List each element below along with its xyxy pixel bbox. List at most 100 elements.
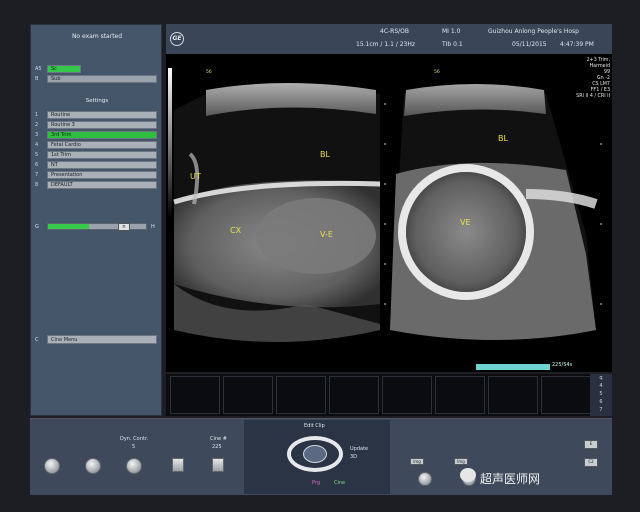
preset-row[interactable]: 3 3rd Trim bbox=[35, 131, 157, 140]
cine-number-label: Cine # bbox=[210, 436, 227, 442]
right-scan bbox=[390, 84, 598, 340]
ge-logo: GE bbox=[170, 32, 184, 46]
preset-button[interactable]: Routine bbox=[47, 111, 157, 119]
row-a-num: A5 bbox=[35, 66, 42, 72]
img-button-1[interactable]: Img bbox=[410, 458, 424, 465]
preset-num: 3 bbox=[35, 132, 39, 138]
dyn-contr-label: Dyn. Contr. bbox=[120, 436, 149, 442]
row-b-num: B bbox=[35, 76, 39, 82]
probe-label: 4C-RS/OB bbox=[380, 28, 410, 35]
trackball[interactable] bbox=[303, 445, 327, 463]
gain-slider-row[interactable]: G n H bbox=[35, 221, 159, 233]
update-label: Update bbox=[350, 446, 369, 452]
label-bl-left: BL bbox=[320, 150, 330, 159]
exam-status: No exam started bbox=[71, 33, 123, 40]
grayscale-bar bbox=[168, 68, 172, 218]
left-mini-label: 56 bbox=[206, 70, 212, 75]
thumbnail-slot[interactable] bbox=[541, 376, 591, 414]
label-cx: CX bbox=[230, 226, 242, 235]
image-parameters: 2+3 Trim. Harmeid 99 Gn -2 CS LM7 FF1 / E3 SRI… bbox=[560, 58, 610, 100]
settings-header: Settings bbox=[85, 98, 109, 104]
slider-left-label: G bbox=[35, 224, 39, 230]
knob-5[interactable] bbox=[212, 458, 224, 472]
side-strip-item[interactable]: 5 bbox=[590, 390, 612, 398]
right-mini-label: 56 bbox=[434, 70, 440, 75]
wechat-icon bbox=[460, 468, 476, 482]
thumbnail-slot[interactable] bbox=[382, 376, 432, 414]
preset-row[interactable]: 5 1st Trim bbox=[35, 151, 157, 160]
row-a-value[interactable]: Sc bbox=[47, 65, 81, 73]
knob-6[interactable] bbox=[418, 472, 432, 486]
time: 4:47:39 PM bbox=[560, 41, 594, 48]
thumbnail-slot[interactable] bbox=[329, 376, 379, 414]
preset-num: 5 bbox=[35, 152, 39, 158]
cine-progress-bar[interactable] bbox=[476, 364, 550, 370]
depth-value: 15.1cm / 1.1 / 23Hz bbox=[356, 41, 416, 48]
cine-menu-row[interactable]: C Cine Menu bbox=[35, 335, 157, 345]
thumbnail-slot[interactable] bbox=[170, 376, 220, 414]
thumbnail-slot[interactable] bbox=[435, 376, 485, 414]
thumbnail-slot[interactable] bbox=[488, 376, 538, 414]
preset-row[interactable]: 1 Routine bbox=[35, 111, 157, 120]
preset-row[interactable]: 2 Routine 3 bbox=[35, 121, 157, 130]
cine-num: C bbox=[35, 337, 39, 343]
preset-num: 8 bbox=[35, 182, 39, 188]
dyn-contr-value: 5 bbox=[132, 444, 136, 450]
preset-row[interactable]: 7 Presentation bbox=[35, 171, 157, 180]
ultrasound-image-area[interactable]: 56 56 BL UT CX V-E BL VE bbox=[166, 54, 612, 372]
left-scan bbox=[173, 83, 381, 342]
side-strip-item[interactable]: 4 bbox=[590, 382, 612, 390]
knob-3[interactable] bbox=[126, 458, 142, 474]
slider-knob[interactable]: n bbox=[118, 223, 130, 231]
preset-num: 2 bbox=[35, 122, 39, 128]
side-button-top[interactable]: E bbox=[584, 440, 598, 449]
knob-4[interactable] bbox=[172, 458, 184, 472]
cine-label: Cine bbox=[334, 480, 346, 486]
preset-button[interactable]: DEFAULT bbox=[47, 181, 157, 189]
row-b[interactable]: B Sub bbox=[35, 75, 157, 84]
preset-button[interactable]: NT bbox=[47, 161, 157, 169]
preset-button[interactable]: Fetal Cardio bbox=[47, 141, 157, 149]
preset-row[interactable]: 4 Fetal Cardio bbox=[35, 141, 157, 150]
row-b-value[interactable]: Sub bbox=[47, 75, 157, 83]
ti-value: TIb 0.1 bbox=[442, 41, 463, 48]
preset-num: 6 bbox=[35, 162, 39, 168]
mi-value: MI 1.0 bbox=[442, 28, 461, 35]
parameter-line: SRI II 4 / CRI II bbox=[576, 94, 610, 99]
cine-number-value: 225 bbox=[212, 444, 222, 450]
preset-button[interactable]: 1st Trim bbox=[47, 151, 157, 159]
slider-fill bbox=[48, 224, 90, 229]
preset-num: 1 bbox=[35, 112, 39, 118]
side-button-strip: q4567 bbox=[590, 374, 612, 416]
prg-label: Prg bbox=[312, 480, 321, 486]
ultrasound-scans bbox=[173, 83, 602, 342]
knob-1[interactable] bbox=[44, 458, 60, 474]
thumbnail-strip bbox=[166, 374, 596, 416]
slider-right-label: H bbox=[151, 224, 155, 230]
thumbnail-slot[interactable] bbox=[276, 376, 326, 414]
preset-button[interactable]: 3rd Trim bbox=[47, 131, 157, 139]
preset-num: 7 bbox=[35, 172, 39, 178]
side-strip-item[interactable]: 7 bbox=[590, 406, 612, 414]
preset-row[interactable]: 6 NT bbox=[35, 161, 157, 170]
preset-num: 4 bbox=[35, 142, 39, 148]
edit-clip-label: Edit Clip bbox=[304, 423, 325, 429]
hospital-name: Guizhou Anlong People's Hosp bbox=[488, 28, 579, 35]
row-a[interactable]: A5 Sc bbox=[35, 65, 157, 74]
settings-panel: No exam started A5 Sc B Sub Settings G n… bbox=[30, 24, 162, 416]
preset-button[interactable]: Presentation bbox=[47, 171, 157, 179]
side-strip-item[interactable]: 6 bbox=[590, 398, 612, 406]
label-bl-right: BL bbox=[498, 134, 508, 143]
side-button-bottom[interactable]: C2 bbox=[584, 458, 598, 467]
gain-slider[interactable]: n bbox=[47, 223, 147, 231]
side-strip-item[interactable]: q bbox=[590, 374, 612, 382]
cine-frame-count: 225/54s bbox=[552, 362, 573, 368]
top-info-bar: GE 4C-RS/OB MI 1.0 Guizhou Anlong People… bbox=[166, 24, 612, 54]
update-value: 3D bbox=[350, 454, 358, 460]
preset-button[interactable]: Routine 3 bbox=[47, 121, 157, 129]
img-button-2[interactable]: Img bbox=[454, 458, 468, 465]
thumbnail-slot[interactable] bbox=[223, 376, 273, 414]
preset-row[interactable]: 8 DEFAULT bbox=[35, 181, 157, 190]
cine-menu-button[interactable]: Cine Menu bbox=[47, 335, 157, 344]
knob-2[interactable] bbox=[85, 458, 101, 474]
